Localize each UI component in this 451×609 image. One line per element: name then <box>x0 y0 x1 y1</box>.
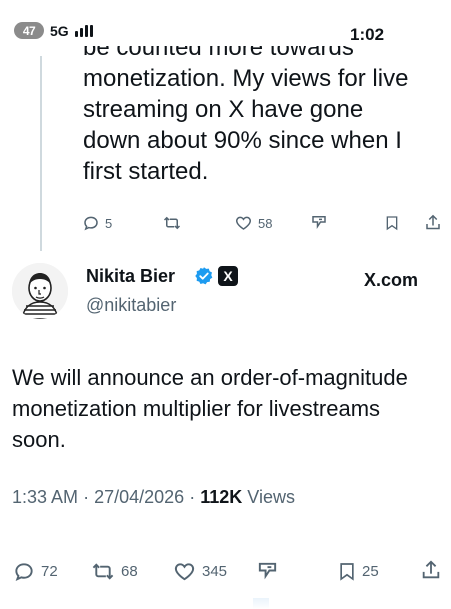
meta-separator: · <box>83 487 90 507</box>
clock-time: 1:02 <box>350 25 385 44</box>
previous-tweet-clipped-line: be counted more towards <box>83 46 354 61</box>
grok-analytics-icon <box>258 562 277 580</box>
like-button[interactable]: 345 <box>172 560 227 583</box>
repost-icon <box>92 563 114 580</box>
previous-tweet-line: streaming on X have gone <box>83 96 364 123</box>
reply-icon <box>15 563 33 581</box>
signal-icon <box>74 24 93 37</box>
views-label: Views <box>247 487 295 507</box>
bottom-fade <box>253 598 269 609</box>
affiliation-link[interactable]: X.com <box>364 270 418 291</box>
tweet-time[interactable]: 1:33 AM <box>12 487 78 507</box>
share-icon <box>426 214 440 230</box>
tweet-date[interactable]: 27/04/2026 <box>94 487 184 507</box>
tweet-metadata: 1:33 AM · 27/04/2026 · 112K Views <box>12 487 295 508</box>
grok-analytics-icon <box>312 216 326 229</box>
reply-icon <box>84 216 98 231</box>
reply-button[interactable]: 5 <box>82 214 112 232</box>
avatar-illustration <box>12 263 68 319</box>
reply-count: 5 <box>105 215 113 231</box>
like-count: 58 <box>258 215 273 231</box>
like-count: 345 <box>202 563 228 580</box>
status-left: 47 5G <box>14 22 93 39</box>
tweet-text-line: soon. <box>12 427 66 452</box>
x-affiliate-badge-icon: X <box>218 266 238 286</box>
reply-button[interactable]: 72 <box>12 560 58 583</box>
network-label: 5G <box>50 22 69 39</box>
author-handle[interactable]: @nikitabier <box>86 295 176 316</box>
battery-badge: 47 <box>14 22 44 39</box>
tweet-text: We will announce an order-of-magnitude m… <box>12 362 442 455</box>
repost-icon <box>163 216 181 230</box>
reply-count: 72 <box>41 563 58 580</box>
verified-badge-icon <box>195 267 213 285</box>
previous-tweet-line: first started. <box>83 158 209 185</box>
thread-connector-line <box>40 56 42 251</box>
previous-tweet-line: down about 90% since when I <box>83 127 402 154</box>
bookmark-icon <box>386 216 398 231</box>
bookmark-icon <box>340 563 354 581</box>
like-button[interactable]: 58 <box>234 214 272 232</box>
heart-icon <box>236 216 251 230</box>
previous-tweet-text: be counted more towards monetization. My… <box>83 46 443 187</box>
heart-icon <box>174 563 195 581</box>
analytics-button[interactable] <box>255 559 280 582</box>
meta-separator: · <box>189 487 196 507</box>
repost-button[interactable]: 68 <box>90 560 138 583</box>
tweet-text-line: We will announce an order-of-magnitude <box>12 365 408 390</box>
share-icon <box>422 560 440 579</box>
repost-count: 68 <box>121 563 138 580</box>
author-name[interactable]: Nikita Bier <box>86 266 175 287</box>
bookmark-button[interactable]: 25 <box>337 560 379 583</box>
analytics-button[interactable] <box>309 213 329 231</box>
tweet-text-line: monetization multiplier for livestreams <box>12 396 381 421</box>
share-button[interactable] <box>424 213 442 232</box>
bookmark-count: 25 <box>362 563 379 580</box>
share-button[interactable] <box>420 558 442 582</box>
bookmark-button[interactable] <box>384 214 400 232</box>
views-count[interactable]: 112K <box>200 487 242 507</box>
previous-tweet-line: monetization. My views for live <box>83 65 409 92</box>
repost-button[interactable] <box>162 214 182 232</box>
avatar[interactable] <box>12 263 68 319</box>
